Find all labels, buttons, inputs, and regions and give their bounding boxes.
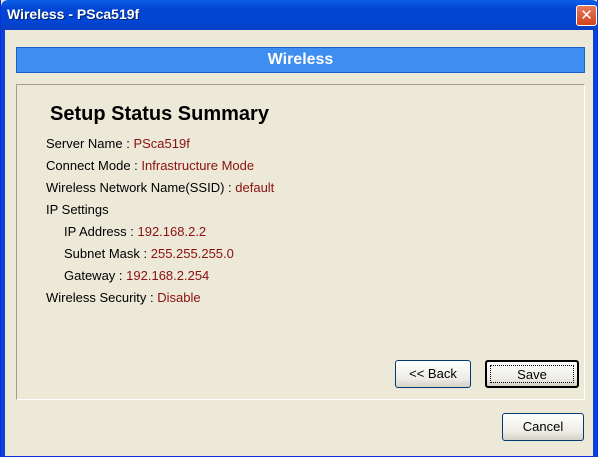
window-border-right [593,30,597,457]
ip-address-value: 192.168.2.2 [137,224,207,239]
ssid-label: Wireless Network Name(SSID) : [46,180,232,195]
section-banner: Wireless [16,47,585,73]
connect-mode-label: Connect Mode : [46,158,138,173]
cancel-button[interactable]: Cancel [502,413,584,441]
summary-heading: Setup Status Summary [50,103,269,125]
ip-address-row: IP Address : 192.168.2.2 [64,224,206,239]
server-name-row: Server Name : PSca519f [46,136,190,151]
security-label: Wireless Security : [46,290,154,305]
connect-mode-value: Infrastructure Mode [141,158,255,173]
subnet-mask-label: Subnet Mask : [64,246,148,261]
ip-settings-label: IP Settings [46,202,109,217]
close-button[interactable]: ✕ [576,5,597,26]
save-button-label: Save [490,365,574,383]
security-row: Wireless Security : Disable [46,290,201,305]
gateway-value: 192.168.2.254 [126,268,210,283]
back-button[interactable]: << Back [395,360,471,388]
ip-address-label: IP Address : [64,224,134,239]
window-title: Wireless - PSca519f [7,6,140,22]
server-name-label: Server Name : [46,136,130,151]
ssid-row: Wireless Network Name(SSID) : default [46,180,274,195]
close-icon: ✕ [580,6,593,24]
window-border-left [1,30,5,457]
connect-mode-row: Connect Mode : Infrastructure Mode [46,158,254,173]
summary-panel [16,84,585,400]
subnet-mask-value: 255.255.255.0 [150,246,234,261]
gateway-row: Gateway : 192.168.2.254 [64,268,209,283]
wireless-dialog: Wireless - PSca519f ✕ Wireless Setup Sta… [0,0,598,457]
security-value: Disable [157,290,201,305]
gateway-label: Gateway : [64,268,123,283]
save-button[interactable]: Save [485,360,579,388]
title-bar[interactable]: Wireless - PSca519f ✕ [1,0,598,30]
subnet-mask-row: Subnet Mask : 255.255.255.0 [64,246,234,261]
ssid-value: default [235,180,275,195]
server-name-value: PSca519f [133,136,190,151]
